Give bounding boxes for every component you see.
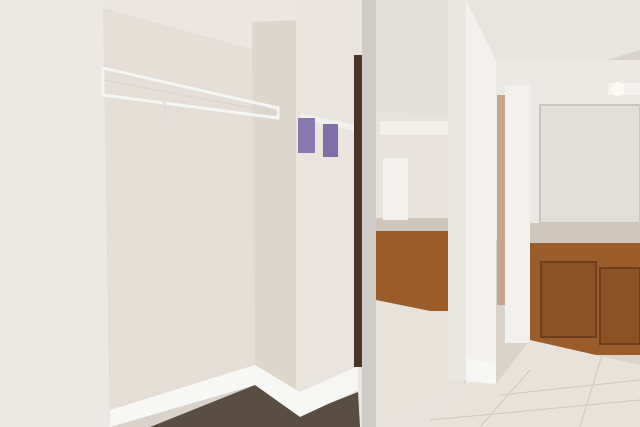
scene-illustration: [0, 0, 640, 427]
closet-right-wall: [252, 20, 300, 395]
lavender-sachet-2: [323, 124, 338, 157]
vanity-light-bulb: [611, 82, 625, 96]
mirror-door-edge: [448, 0, 466, 380]
cabinet-door-right: [599, 267, 640, 345]
hall-wall: [296, 0, 362, 427]
mirror-reflected-door: [383, 158, 408, 220]
closet-left-wall: [0, 0, 110, 427]
closet-back-wall: [103, 0, 255, 410]
bedroom-door-glimpse: [497, 95, 505, 305]
lavender-sachet-1: [298, 118, 315, 153]
doorframe-edge: [354, 55, 362, 367]
mirror-reflected-cabinet: [376, 231, 450, 311]
mirror-light-bar: [380, 121, 450, 135]
vanity-mirror: [539, 104, 640, 224]
cabinet-door-left: [540, 261, 597, 338]
vanity-countertop: [530, 223, 640, 243]
mirror-door-frame: [362, 0, 376, 427]
mirror-reflected-counter: [376, 218, 451, 232]
door-trim: [505, 85, 530, 343]
bathroom-closet-photo: [0, 0, 640, 427]
